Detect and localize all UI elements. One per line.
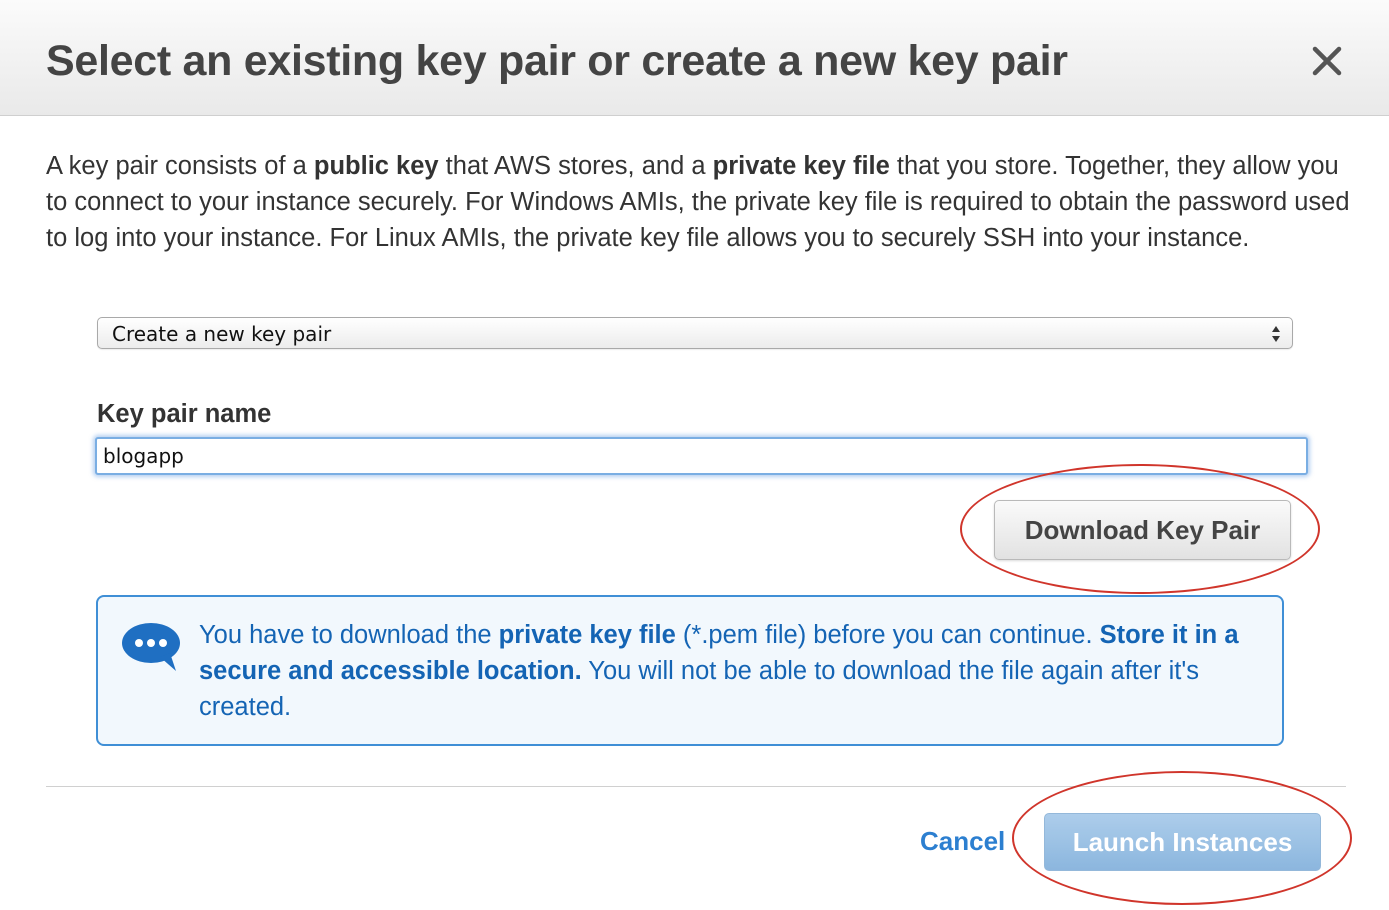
key-pair-select-value: Create a new key pair xyxy=(112,322,332,346)
key-pair-select[interactable]: Create a new key pair xyxy=(97,317,1293,349)
info-message-text: You have to download the private key fil… xyxy=(199,617,1269,725)
info-bold-private-key-file: private key file xyxy=(498,621,676,649)
cancel-link[interactable]: Cancel xyxy=(920,823,1005,859)
launch-instances-button[interactable]: Launch Instances xyxy=(1044,813,1321,871)
intro-bold-private-key-file: private key file xyxy=(712,152,890,180)
dialog-header: Select an existing key pair or create a … xyxy=(0,0,1389,116)
chat-bubble-icon xyxy=(122,623,180,671)
info-message-box: You have to download the private key fil… xyxy=(96,595,1284,746)
footer-divider xyxy=(46,786,1346,787)
updown-arrows-icon xyxy=(1272,326,1280,342)
info-part-2: (*.pem file) before you can continue. xyxy=(675,621,1100,649)
key-pair-dialog: Select an existing key pair or create a … xyxy=(0,0,1389,910)
download-key-pair-button[interactable]: Download Key Pair xyxy=(994,500,1291,560)
intro-part-2: that AWS stores, and a xyxy=(438,152,713,180)
intro-bold-public-key: public key xyxy=(313,152,439,180)
key-pair-name-label: Key pair name xyxy=(97,400,272,428)
intro-part-1: A key pair consists of a xyxy=(46,152,314,180)
close-button[interactable] xyxy=(1306,40,1348,82)
close-icon xyxy=(1312,46,1342,76)
intro-text: A key pair consists of a public key that… xyxy=(46,148,1356,256)
dialog-title: Select an existing key pair or create a … xyxy=(46,37,1068,85)
key-pair-name-input[interactable] xyxy=(95,437,1308,475)
info-part-1: You have to download the xyxy=(199,621,499,649)
